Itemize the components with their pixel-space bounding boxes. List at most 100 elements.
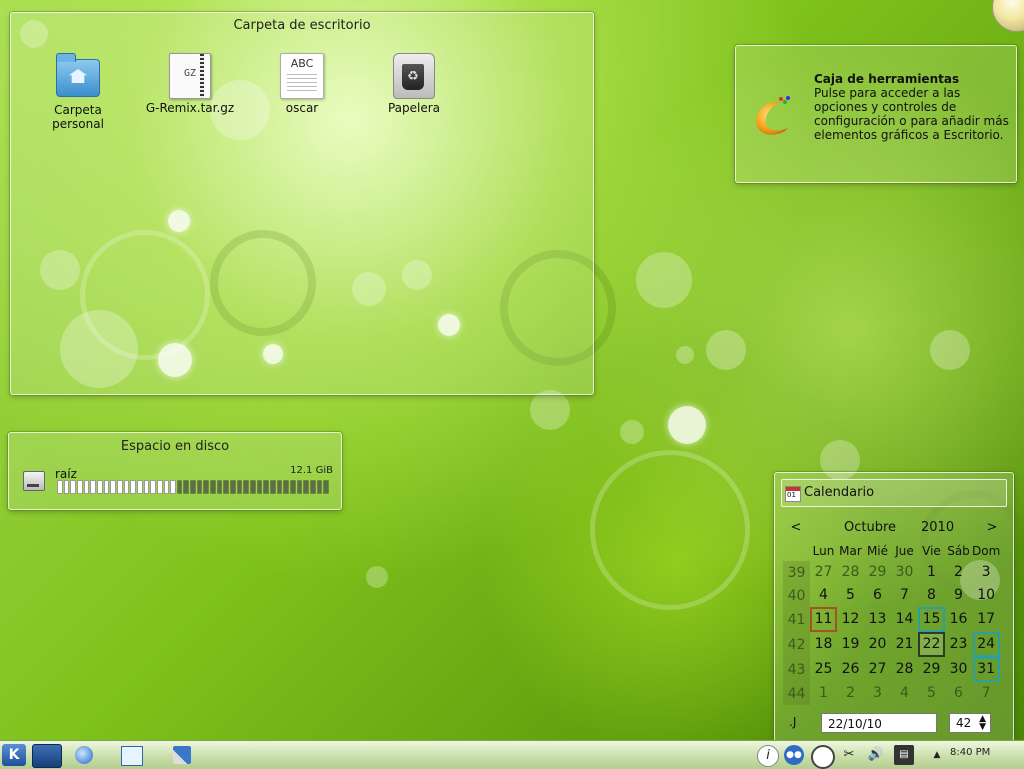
week-number[interactable]: 40 [783, 584, 810, 607]
calendar-day[interactable]: 9 [945, 584, 972, 607]
clock[interactable]: 8:40 PM [950, 747, 990, 758]
calendar-day[interactable]: 23 [945, 632, 972, 657]
week-number[interactable]: 41 [783, 607, 810, 632]
device-notifier-icon[interactable]: ▤ [894, 745, 914, 765]
expand-tray-arrow-icon[interactable]: ▲ [927, 745, 947, 765]
calendar-day-label: 9 [954, 587, 963, 603]
disk-bar-segment [223, 480, 230, 494]
system-monitor-launcher-icon[interactable] [118, 744, 146, 766]
disk-bar-segment [309, 480, 316, 494]
date-input[interactable]: 22/10/10 [821, 713, 937, 733]
calendar-day[interactable]: 27 [810, 561, 837, 584]
disk-size: 12.1 GiB [290, 465, 333, 476]
week-number[interactable]: 43 [783, 657, 810, 682]
desktop-icon-text[interactable]: ABC oscar [257, 53, 347, 115]
calendar-day[interactable]: 4 [810, 584, 837, 607]
calendar-day[interactable]: 7 [891, 584, 918, 607]
calendar-day-label: 21 [895, 636, 914, 652]
updates-icon[interactable]: ●● [784, 745, 804, 765]
next-month-button[interactable]: > [985, 520, 999, 535]
week-spinbox[interactable]: 42 ▲ ▼ [949, 713, 991, 733]
year-label[interactable]: 2010 [921, 520, 954, 535]
calendar-day[interactable]: 8 [918, 584, 945, 607]
calendar-day[interactable]: 3 [864, 682, 891, 705]
calendar-day[interactable]: 3 [972, 561, 1000, 584]
calendar-day[interactable]: 4 [891, 682, 918, 705]
weekday-header: Dom [972, 544, 1001, 558]
weekday-header: Lun [812, 544, 835, 558]
calendar-day[interactable]: 2 [945, 561, 972, 584]
spin-arrows-icon[interactable]: ▲ ▼ [979, 715, 986, 732]
calendar-day[interactable]: 29 [918, 657, 945, 682]
calendar-day[interactable]: 20 [864, 632, 891, 657]
taskbar: K i ●● ✂ 🔊 ▤ ▲ 8:40 PM [0, 740, 1024, 769]
volume-icon[interactable]: 🔊 [866, 745, 886, 765]
week-number[interactable]: 39 [783, 561, 810, 584]
archive-icon: GZ [169, 53, 211, 99]
weekday-header: Sáb [947, 544, 970, 558]
calendar-day[interactable]: 30 [945, 657, 972, 682]
calendar-day[interactable]: 27 [864, 657, 891, 682]
calendar-day[interactable]: 11 [810, 607, 837, 632]
calendar-day[interactable]: 10 [972, 584, 1000, 607]
klipper-scissors-icon[interactable]: ✂ [839, 745, 859, 765]
tools-launcher-icon[interactable] [168, 744, 196, 766]
kickoff-menu-button[interactable]: K [2, 744, 26, 766]
calendar-day[interactable]: 29 [864, 561, 891, 584]
calendar-day[interactable]: 22 [918, 632, 945, 657]
calendar-day-label: 5 [846, 587, 855, 603]
disk-bar-segment [210, 480, 216, 494]
calendar-day-label: 4 [819, 587, 828, 603]
show-desktop-button[interactable] [32, 744, 62, 768]
calendar-day[interactable]: 1 [810, 682, 837, 705]
calendar-day[interactable]: 15 [918, 607, 945, 632]
text-file-icon: ABC [280, 53, 324, 99]
info-icon[interactable]: i [757, 745, 779, 767]
disk-bar-segment [243, 480, 250, 494]
disk-bar-segment [289, 480, 296, 494]
calendar-day[interactable]: 5 [837, 584, 864, 607]
disk-bar-segment [323, 480, 329, 494]
calendar-day[interactable]: 6 [864, 584, 891, 607]
disk-bar-segment [123, 480, 130, 494]
calendar-day[interactable]: 16 [945, 607, 972, 632]
week-number[interactable]: 44 [783, 682, 810, 705]
calendar-day[interactable]: 12 [837, 607, 864, 632]
browser-launcher-icon[interactable] [70, 744, 98, 766]
desktop-icon-label: Carpeta personal [52, 103, 104, 131]
desktop-icon-home[interactable]: Carpeta personal [33, 53, 123, 131]
calendar-day[interactable]: 28 [891, 657, 918, 682]
disk-bar-segment [70, 480, 76, 494]
calendar-day[interactable]: 19 [837, 632, 864, 657]
prev-month-button[interactable]: < [789, 520, 803, 535]
calendar-day[interactable]: 26 [837, 657, 864, 682]
disk-bar-segment [57, 480, 63, 494]
disk-bar-segment [163, 480, 170, 494]
calendar-day[interactable]: 2 [837, 682, 864, 705]
calendar-day[interactable]: 25 [810, 657, 837, 682]
calendar-grid: Lun Mar Mié Jue Vie Sáb Dom 39 27 28 29 30 1 2 3 40 4 5 6 7… [783, 541, 1000, 705]
month-label[interactable]: Octubre [844, 520, 896, 535]
calendar-day[interactable]: 13 [864, 607, 891, 632]
calendar-day[interactable]: 7 [972, 682, 1000, 705]
calendar-day[interactable]: 28 [837, 561, 864, 584]
calendar-day[interactable]: 24 [972, 632, 1000, 657]
calendar-day[interactable]: 6 [945, 682, 972, 705]
desktop-icon-trash[interactable]: ♻ Papelera [369, 53, 459, 115]
calendar-day[interactable]: 14 [891, 607, 918, 632]
kde-logo-icon [756, 96, 790, 135]
calendar-day[interactable]: 5 [918, 682, 945, 705]
jump-to-today-button[interactable]: .J [789, 715, 796, 729]
week-number[interactable]: 42 [783, 632, 810, 657]
calendar-day[interactable]: 21 [891, 632, 918, 657]
calendar-day[interactable]: 17 [972, 607, 1000, 632]
network-icon[interactable] [811, 745, 835, 769]
calendar-day[interactable]: 30 [891, 561, 918, 584]
calendar-day[interactable]: 1 [918, 561, 945, 584]
desktop-icon-archive[interactable]: GZ G-Remix.tar.gz [145, 53, 235, 115]
calendar-day[interactable]: 31 [972, 657, 1000, 682]
calendar-day-label: 17 [977, 611, 996, 627]
week-number-header [783, 541, 810, 561]
desktop-toolbox-corner[interactable] [992, 0, 1024, 32]
calendar-day[interactable]: 18 [810, 632, 837, 657]
